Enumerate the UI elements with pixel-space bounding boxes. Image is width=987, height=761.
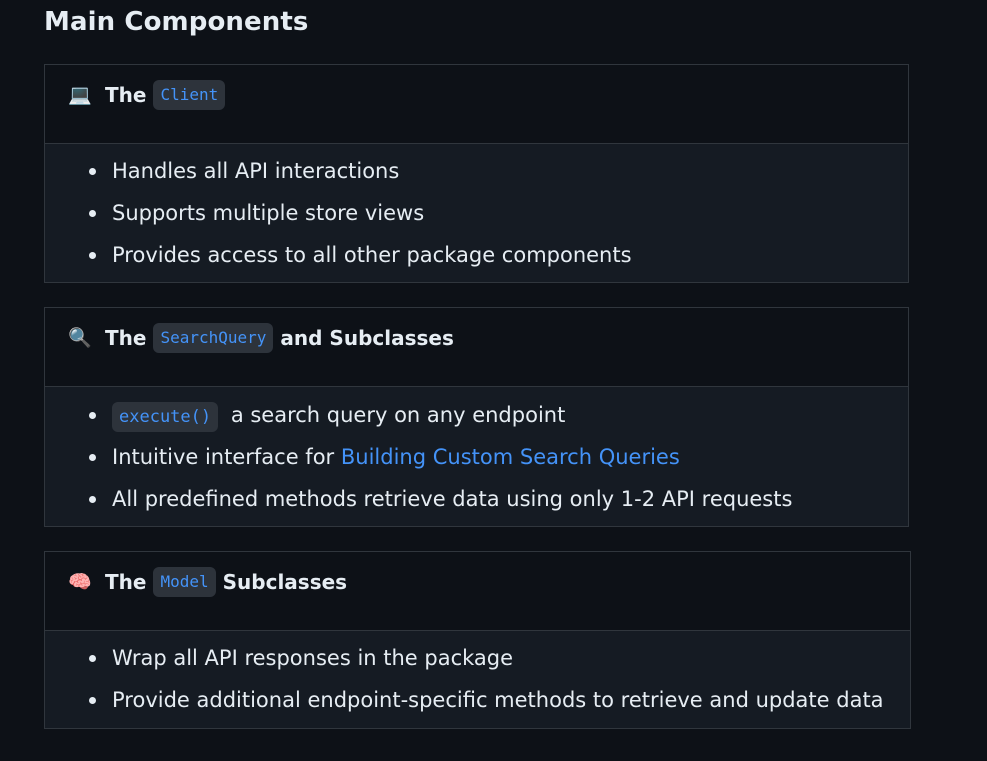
list-item: Provide additional endpoint-specific met… [45, 679, 910, 721]
item-text: Provide additional endpoint-specific met… [112, 688, 884, 712]
brain-icon: 🧠 [68, 571, 92, 593]
card-body: execute() a search query on any endpoint… [45, 387, 908, 526]
code-model: Model [153, 567, 216, 597]
item-text: Intuitive interface for [112, 445, 335, 469]
card-title: 🧠 The Model Subclasses [67, 567, 347, 597]
list-item: Supports multiple store views [45, 192, 908, 234]
code-client: Client [153, 80, 226, 110]
feature-list: Handles all API interactions Supports mu… [45, 144, 908, 276]
card-title: 🔍 The SearchQuery and Subclasses [67, 323, 454, 353]
section-heading: Main Components [44, 7, 309, 37]
title-prefix: The [105, 326, 147, 350]
list-item: Provides access to all other package com… [45, 234, 908, 276]
bullet-icon [89, 168, 96, 175]
model-card: 🧠 The Model Subclasses Wrap all API resp… [44, 551, 911, 729]
card-header[interactable]: 🔍 The SearchQuery and Subclasses [45, 308, 908, 387]
title-prefix: The [105, 570, 147, 594]
title-suffix: Subclasses [222, 570, 348, 594]
searchquery-card: 🔍 The SearchQuery and Subclasses execute… [44, 307, 909, 527]
title-prefix: The [105, 83, 147, 107]
item-text: Supports multiple store views [112, 201, 425, 225]
feature-list: Wrap all API responses in the package Pr… [45, 631, 910, 721]
code-execute: execute() [112, 402, 219, 432]
list-item: execute() a search query on any endpoint [45, 394, 908, 436]
list-item: All predefined methods retrieve data usi… [45, 478, 908, 520]
bullet-icon [89, 697, 96, 704]
readme-page: Main Components 💻 The Client Handles all… [0, 0, 987, 761]
bullet-icon [89, 252, 96, 259]
feature-list: execute() a search query on any endpoint… [45, 387, 908, 520]
laptop-icon: 💻 [68, 84, 92, 106]
bullet-icon [89, 655, 96, 662]
bullet-icon [89, 454, 96, 461]
bullet-icon [89, 412, 96, 419]
card-header[interactable]: 💻 The Client [45, 65, 908, 144]
title-suffix: and Subclasses [280, 326, 454, 350]
item-text: a search query on any endpoint [230, 403, 566, 427]
bullet-icon [89, 210, 96, 217]
card-title: 💻 The Client [67, 80, 232, 110]
client-card: 💻 The Client Handles all API interaction… [44, 64, 909, 283]
magnifier-icon: 🔍 [68, 327, 92, 349]
item-text: Provides access to all other package com… [112, 243, 632, 267]
bullet-icon [89, 496, 96, 503]
building-custom-search-queries-link[interactable]: Building Custom Search Queries [341, 445, 680, 469]
list-item: Intuitive interface for Building Custom … [45, 436, 908, 478]
card-body: Wrap all API responses in the package Pr… [45, 631, 910, 728]
list-item: Wrap all API responses in the package [45, 637, 910, 679]
item-text: Wrap all API responses in the package [112, 646, 514, 670]
list-item: Handles all API interactions [45, 150, 908, 192]
code-searchquery: SearchQuery [153, 323, 274, 353]
item-text: All predefined methods retrieve data usi… [112, 487, 793, 511]
card-body: Handles all API interactions Supports mu… [45, 144, 908, 282]
card-header[interactable]: 🧠 The Model Subclasses [45, 552, 910, 631]
item-text: Handles all API interactions [112, 159, 400, 183]
